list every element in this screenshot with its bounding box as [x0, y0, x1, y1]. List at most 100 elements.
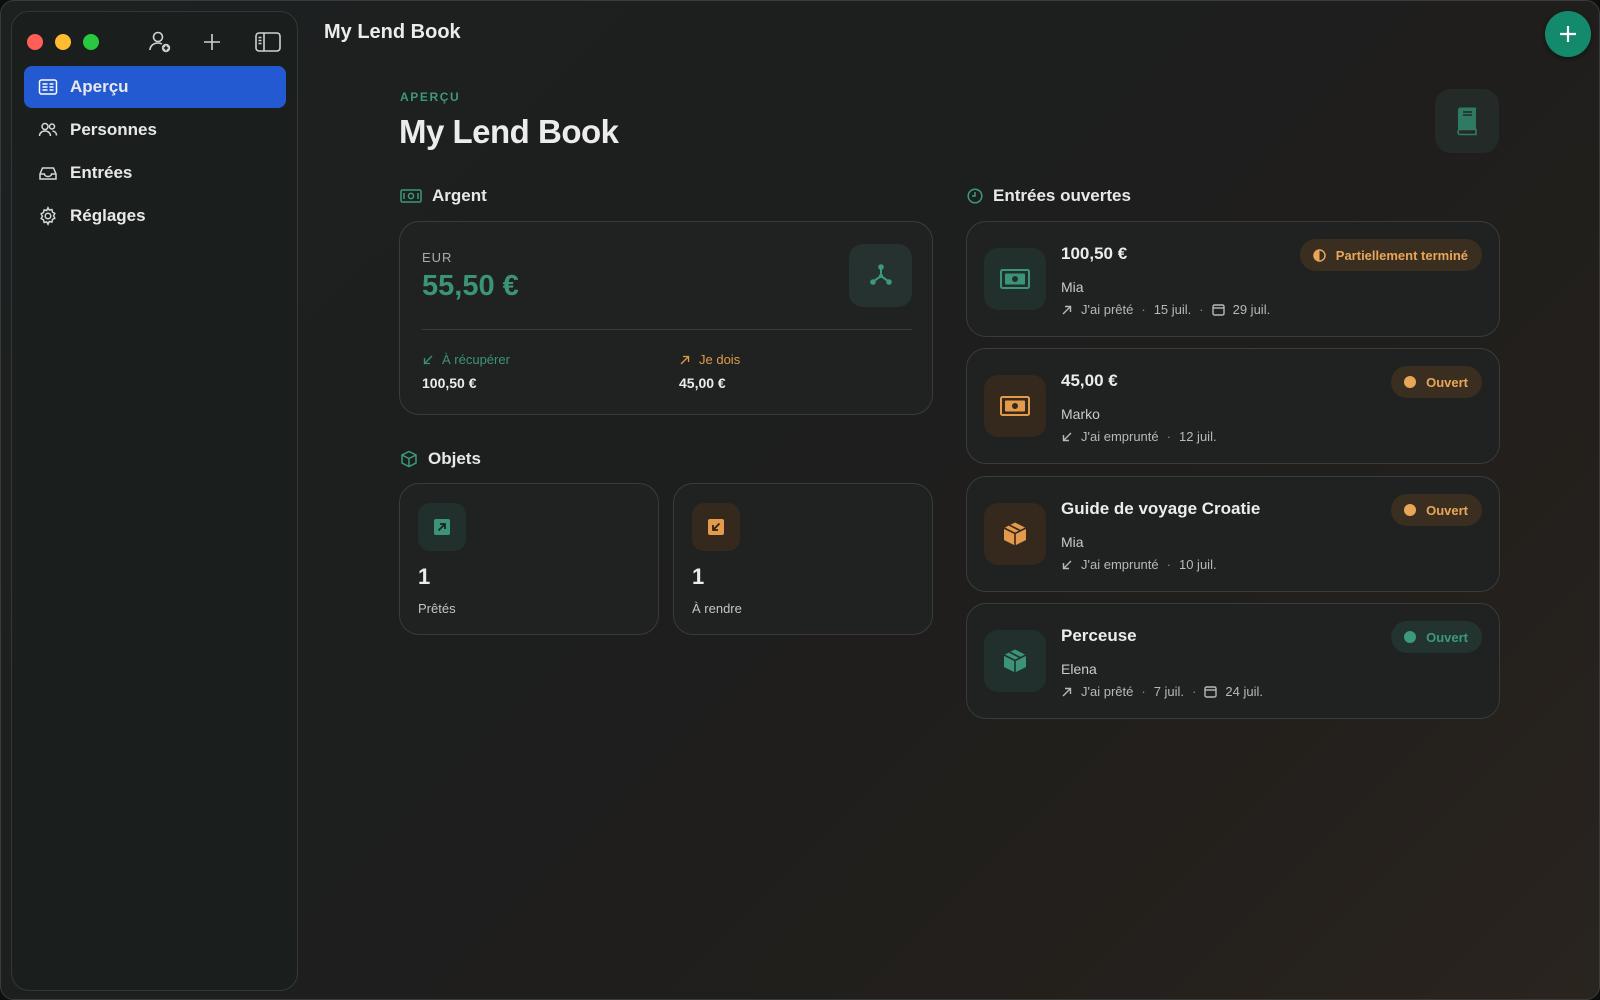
i-owe-label: Je dois [679, 352, 740, 367]
section-title: Objets [428, 449, 481, 468]
status-label: Ouvert [1426, 502, 1468, 518]
money-section-header: Argent [400, 186, 487, 206]
entry-date: 10 juil. [1178, 557, 1217, 572]
lent-objects-card[interactable]: 1 Prêtés [399, 483, 659, 635]
entry-person: Marko [1061, 406, 1100, 422]
section-title: Entrées ouvertes [993, 186, 1131, 205]
divider [422, 329, 912, 330]
section-title: Argent [432, 186, 487, 205]
new-entry-button[interactable] [196, 26, 228, 58]
sidebar-item-label: Personnes [70, 120, 157, 139]
entry-card[interactable]: 100,50 € Mia J'ai prêté · 15 juil. · 29 … [966, 221, 1500, 337]
app-window: Aperçu Personnes Entrées Réglages My Len… [0, 0, 1600, 1000]
to-return-label: À rendre [692, 601, 742, 616]
entry-icon-tile [984, 503, 1046, 565]
entry-icon-tile [984, 630, 1046, 692]
to-recover-text: À récupérer [442, 352, 510, 367]
entry-direction: J'ai emprunté [1081, 557, 1159, 572]
sidebar-item-apercu[interactable]: Aperçu [24, 66, 286, 108]
status-label: Partiellement terminé [1335, 247, 1468, 263]
sidebar-item-label: Réglages [70, 206, 146, 225]
tray-icon [39, 167, 57, 180]
split-button[interactable] [849, 244, 912, 307]
box-icon [1003, 649, 1027, 673]
plus-icon [204, 34, 220, 50]
status-badge: Partiellement terminé [1299, 239, 1482, 271]
entry-icon-tile [984, 248, 1046, 310]
banknote-icon [1000, 396, 1030, 416]
sidebar: Aperçu Personnes Entrées Réglages [11, 11, 298, 991]
add-person-button[interactable] [144, 26, 176, 58]
entry-date: 12 juil. [1178, 429, 1217, 444]
entry-due-date: 29 juil. [1232, 302, 1271, 317]
entry-due-date: 24 juil. [1225, 684, 1263, 699]
entry-person: Mia [1061, 279, 1084, 295]
status-label: Ouvert [1426, 374, 1468, 390]
status-dot [1404, 631, 1417, 643]
calendar-icon [1211, 304, 1225, 316]
arrow-down-left-icon [423, 355, 433, 364]
arrow-up-right-square-icon [434, 519, 450, 535]
entry-direction: J'ai prêté [1081, 302, 1134, 317]
people-icon [38, 122, 58, 137]
arrow-down-left-icon [1062, 560, 1072, 569]
currency-code: EUR [422, 250, 453, 265]
close-window-button[interactable] [27, 34, 43, 50]
i-owe-value: 45,00 € [679, 375, 726, 391]
objects-section-header: Objets [400, 449, 481, 469]
to-recover-label: À récupérer [422, 352, 510, 367]
banknote-icon [400, 189, 422, 203]
entry-person: Mia [1061, 534, 1084, 550]
entry-person: Elena [1061, 661, 1097, 677]
sidebar-item-label: Entrées [70, 163, 133, 182]
box-icon [401, 450, 417, 468]
sidebar-item-entrees[interactable]: Entrées [24, 152, 286, 194]
overview-icon [38, 79, 58, 95]
entry-date: 15 juil. [1153, 302, 1192, 317]
zoom-window-button[interactable] [83, 34, 99, 50]
minimize-window-button[interactable] [55, 34, 71, 50]
entry-card[interactable]: Perceuse Elena J'ai prêté · 7 juil. · 24… [966, 603, 1500, 719]
arrow-up-right-icon [680, 355, 690, 364]
to-return-objects-card[interactable]: 1 À rendre [673, 483, 933, 635]
entry-title: Guide de voyage Croatie [1061, 499, 1261, 518]
calendar-icon [1204, 686, 1218, 698]
plus-icon [1560, 26, 1576, 42]
entry-direction: J'ai emprunté [1081, 429, 1159, 444]
clock-icon [967, 188, 983, 204]
status-dot [1404, 376, 1417, 388]
entry-direction: J'ai prêté [1081, 684, 1134, 699]
window-title: My Lend Book [324, 21, 461, 43]
i-owe-text: Je dois [699, 352, 741, 367]
to-return-icon-tile [692, 503, 740, 551]
box-icon [1003, 522, 1027, 546]
sidebar-item-reglages[interactable]: Réglages [24, 195, 286, 237]
arrow-down-left-icon [1062, 432, 1072, 441]
arrow-up-right-icon [1062, 687, 1072, 696]
sidebar-item-personnes[interactable]: Personnes [24, 109, 286, 151]
half-circle-icon [1313, 248, 1326, 262]
entry-title: Perceuse [1061, 626, 1137, 645]
money-summary-card[interactable]: EUR 55,50 € À récupérer 100,50 € Je dois [399, 221, 933, 415]
status-badge: Ouvert [1391, 494, 1482, 526]
entry-card[interactable]: Guide de voyage Croatie Mia J'ai emprunt… [966, 476, 1500, 592]
lent-label: Prêtés [418, 601, 456, 616]
entry-icon-tile [984, 375, 1046, 437]
entry-date: 7 juil. [1153, 684, 1185, 699]
arrow-down-left-square-icon [708, 519, 724, 535]
status-dot [1404, 504, 1417, 516]
add-entry-button[interactable] [1545, 11, 1591, 57]
add-person-icon [149, 31, 171, 53]
balance-amount: 55,50 € [422, 270, 519, 302]
lent-count: 1 [418, 564, 431, 589]
status-badge: Ouvert [1391, 621, 1482, 653]
open-entries-section-header: Entrées ouvertes [967, 186, 1131, 206]
lent-icon-tile [418, 503, 466, 551]
entry-meta: J'ai prêté · 7 juil. · 24 juil. [1061, 684, 1263, 699]
sidebar-toggle-icon [255, 32, 281, 52]
book-button[interactable] [1435, 89, 1499, 153]
sidebar-item-label: Aperçu [70, 77, 129, 96]
entry-card[interactable]: 45,00 € Marko J'ai emprunté · 12 juil. O… [966, 348, 1500, 464]
toggle-sidebar-button[interactable] [252, 26, 284, 58]
entry-title: 100,50 € [1061, 244, 1128, 263]
